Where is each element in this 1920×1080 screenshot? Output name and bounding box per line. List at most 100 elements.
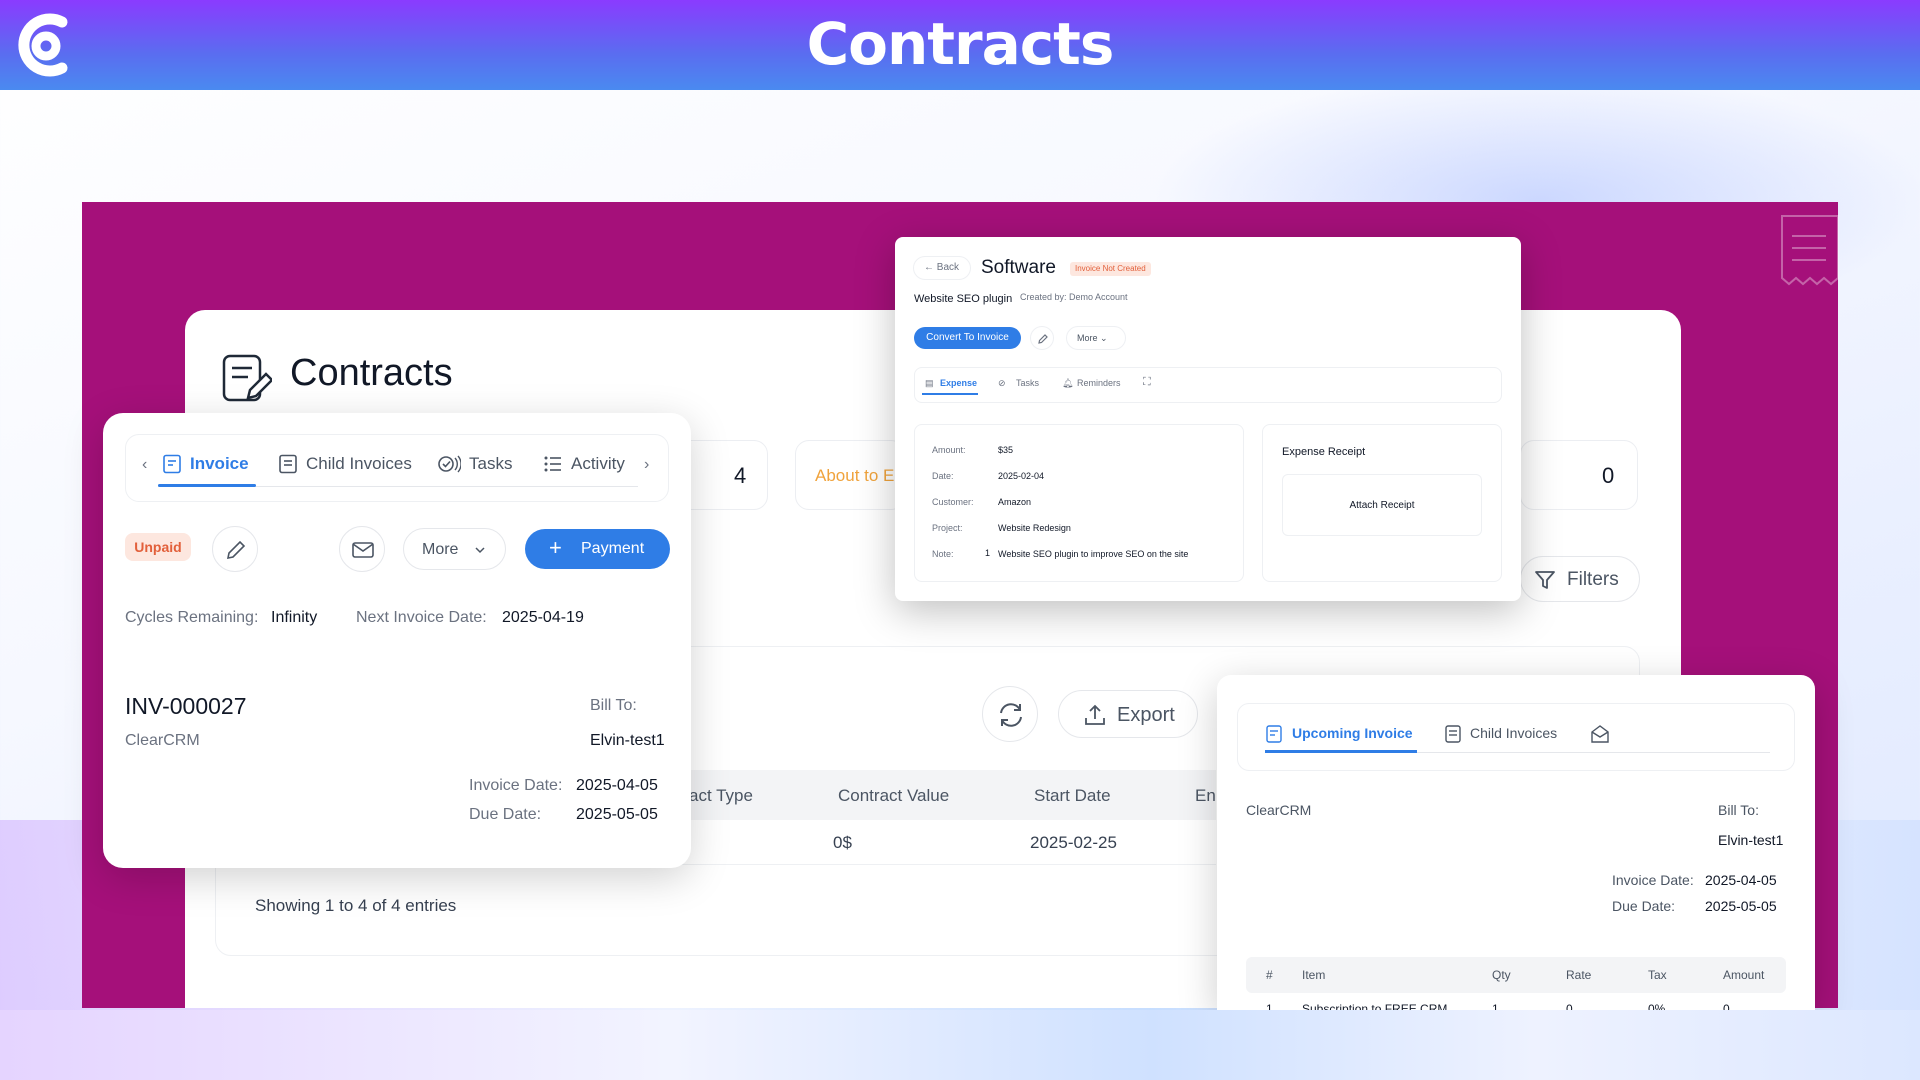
- tab-tasks[interactable]: Tasks: [469, 454, 512, 474]
- detail-label: Project:: [932, 523, 963, 533]
- back-button[interactable]: ← Back: [913, 256, 971, 280]
- mail-icon[interactable]: [1590, 724, 1610, 744]
- column-header-amount: Amount: [1723, 968, 1765, 982]
- top-banner: Contracts: [0, 0, 1920, 90]
- list-icon: [544, 456, 561, 472]
- invoice-company: ClearCRM: [1246, 802, 1312, 818]
- receipt-title: Expense Receipt: [1282, 446, 1366, 458]
- payment-label: Payment: [581, 540, 645, 557]
- tasks-icon: ⊘: [998, 378, 1006, 388]
- stat-value-expired: 0: [1602, 463, 1615, 488]
- payment-button[interactable]: + Payment: [525, 529, 670, 569]
- tasks-icon: [438, 455, 461, 473]
- invoice-date-value: 2025-04-05: [576, 777, 658, 794]
- tab-child-invoices[interactable]: Child Invoices: [1470, 725, 1557, 741]
- detail-note: Website SEO plugin to improve SEO on the…: [998, 549, 1189, 559]
- edit-button[interactable]: [1030, 326, 1054, 350]
- filters-button[interactable]: Filters: [1520, 556, 1640, 602]
- page-title: Contracts: [290, 352, 453, 394]
- more-label: More: [1077, 333, 1098, 343]
- pencil-icon: [226, 540, 246, 560]
- stat-card-expired[interactable]: [1520, 440, 1638, 510]
- pagination-info: Showing 1 to 4 of 4 entries: [255, 896, 457, 915]
- status-badge: Invoice Not Created: [1070, 262, 1151, 276]
- expand-icon[interactable]: ⛶: [1143, 376, 1151, 389]
- export-button[interactable]: Export: [1058, 690, 1198, 738]
- invoice-date-label: Invoice Date:: [469, 777, 563, 794]
- column-header-tax: Tax: [1648, 968, 1667, 982]
- document-icon: ▤: [925, 378, 934, 388]
- expense-subtitle: Website SEO plugin: [914, 293, 1013, 305]
- filter-icon: [1535, 571, 1555, 589]
- tab-expense[interactable]: Expense: [940, 378, 977, 388]
- active-tab-indicator: [922, 393, 978, 395]
- background-footer: [0, 1010, 1920, 1080]
- more-dropdown[interactable]: More: [403, 528, 506, 570]
- send-email-button[interactable]: [339, 526, 385, 572]
- invoice-date-label: Invoice Date:: [1612, 872, 1694, 888]
- contract-edit-icon: [222, 354, 272, 402]
- invoice-company: ClearCRM: [125, 732, 200, 749]
- detail-date: 2025-02-04: [998, 471, 1045, 481]
- cycles-remaining-value: Infinity: [271, 609, 318, 626]
- invoice-date-value: 2025-04-05: [1705, 872, 1777, 888]
- tab-tasks[interactable]: Tasks: [1016, 378, 1039, 388]
- invoice-number: INV-000027: [125, 693, 247, 719]
- document-icon: [279, 454, 297, 474]
- tab-reminders[interactable]: Reminders: [1077, 378, 1121, 388]
- more-dropdown[interactable]: More ⌄: [1066, 326, 1126, 350]
- column-header-end-date[interactable]: En: [1195, 786, 1216, 806]
- detail-amount: $35: [998, 445, 1014, 455]
- created-by: Created by: Demo Account: [1020, 292, 1128, 302]
- next-invoice-date-value: 2025-04-19: [502, 609, 584, 626]
- tabs-next-icon[interactable]: ›: [644, 456, 649, 474]
- bill-to-value: Elvin-test1: [1718, 832, 1784, 848]
- cell-start-date: 2025-02-25: [1030, 833, 1117, 852]
- back-label: Back: [936, 262, 960, 273]
- stat-label-about-to-expire: About to E: [815, 466, 895, 485]
- invoice-items-header: # Item Qty Rate Tax Amount: [1246, 957, 1786, 993]
- due-date-label: Due Date:: [1612, 898, 1676, 914]
- note-line-number: 1: [985, 548, 991, 558]
- active-tab-indicator: [158, 484, 256, 487]
- tab-upcoming-invoice[interactable]: Upcoming Invoice: [1292, 725, 1413, 741]
- plus-icon: +: [549, 535, 562, 560]
- detail-label: Note:: [932, 549, 954, 559]
- bill-to-label: Bill To:: [590, 697, 637, 714]
- detail-label: Amount:: [932, 445, 966, 455]
- mail-icon: [352, 542, 374, 558]
- edit-button[interactable]: [212, 526, 258, 572]
- detail-label: Customer:: [932, 497, 974, 507]
- invoice-icon: [163, 454, 181, 474]
- refresh-button[interactable]: [982, 686, 1038, 742]
- bill-to-label: Bill To:: [1718, 802, 1759, 818]
- convert-to-invoice-button[interactable]: Convert To Invoice: [914, 327, 1021, 349]
- column-header-contract-value[interactable]: Contract Value: [838, 786, 949, 806]
- active-tab-indicator: [1265, 750, 1417, 753]
- document-icon: [1445, 725, 1461, 743]
- status-badge: Unpaid: [125, 533, 191, 561]
- column-header-start-date[interactable]: Start Date: [1034, 786, 1111, 806]
- tab-invoice[interactable]: Invoice: [190, 454, 249, 474]
- next-invoice-date-label: Next Invoice Date:: [356, 609, 487, 626]
- upload-icon: [1085, 704, 1105, 725]
- receipt-icon: [1781, 215, 1839, 286]
- due-date-label: Due Date:: [469, 806, 542, 823]
- filters-label: Filters: [1567, 569, 1619, 590]
- stat-value-total: 4: [734, 463, 747, 488]
- tab-child-invoices[interactable]: Child Invoices: [306, 454, 412, 474]
- column-header-contract-type[interactable]: act Type: [689, 786, 753, 806]
- column-header-rate: Rate: [1566, 968, 1592, 982]
- banner-title: Contracts: [806, 10, 1115, 78]
- chevron-down-icon: [475, 547, 485, 554]
- expense-title: Software: [981, 257, 1056, 278]
- refresh-icon: [1000, 703, 1022, 727]
- due-date-value: 2025-05-05: [1705, 898, 1777, 914]
- tabs-prev-icon[interactable]: ‹: [142, 456, 147, 474]
- attach-receipt-button[interactable]: Attach Receipt: [1282, 474, 1482, 536]
- cycles-remaining-label: Cycles Remaining:: [125, 609, 259, 626]
- bell-icon: 🔔︎: [1062, 378, 1074, 388]
- chevron-down-icon: ⌄: [1100, 333, 1108, 343]
- detail-project: Website Redesign: [998, 523, 1071, 533]
- tab-activity[interactable]: Activity: [571, 454, 625, 474]
